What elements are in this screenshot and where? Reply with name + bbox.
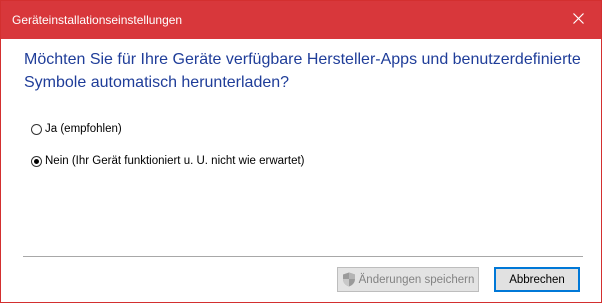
radio-button-yes[interactable] <box>31 123 42 135</box>
cancel-label: Abbrechen <box>509 273 565 286</box>
save-changes-label: Änderungen speichern <box>358 273 475 286</box>
radio-label-yes: Ja (empfohlen) <box>45 123 122 135</box>
divider <box>23 256 583 257</box>
uac-shield-icon <box>342 272 356 287</box>
close-icon <box>572 11 584 29</box>
radio-label-no: Nein (Ihr Gerät funktioniert u. U. nicht… <box>45 155 305 167</box>
title-bar[interactable]: Geräteinstallationseinstellungen <box>1 1 601 39</box>
radio-option-no[interactable]: Nein (Ihr Gerät funktioniert u. U. nicht… <box>31 155 305 167</box>
radio-option-yes[interactable]: Ja (empfohlen) <box>31 123 122 135</box>
radio-selected-dot <box>34 158 39 164</box>
question-heading: Möchten Sie für Ihre Geräte verfügbare H… <box>24 51 581 91</box>
close-button[interactable] <box>555 1 601 39</box>
cancel-button[interactable]: Abbrechen <box>494 267 580 292</box>
device-installation-settings-dialog: Geräteinstallationseinstellungen Möchten… <box>0 0 602 303</box>
radio-button-no[interactable] <box>31 155 42 167</box>
window-title: Geräteinstallationseinstellungen <box>12 13 183 27</box>
save-changes-button[interactable]: Änderungen speichern <box>337 267 479 292</box>
